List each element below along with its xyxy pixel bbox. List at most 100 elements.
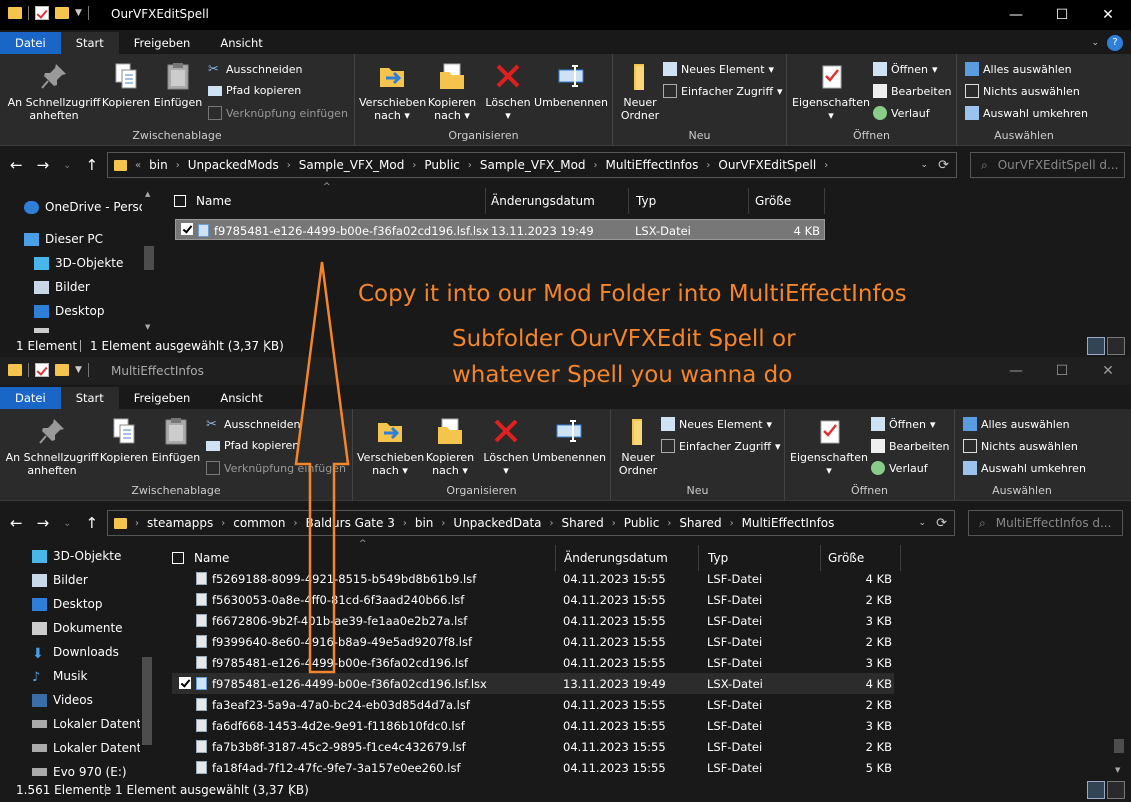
forward-button[interactable]: → [37,156,50,174]
tab-freigeben[interactable]: Freigeben [119,32,206,54]
column-name[interactable]: Name [194,551,229,565]
nav-item-evo-970[interactable]: Evo 970 (E:) [32,765,127,779]
open-button[interactable]: Öffnen ▾ [873,62,937,76]
copy-to-button[interactable]: Kopieren nach ▾ [425,60,479,122]
scroll-up-icon[interactable]: ▲ [145,190,150,198]
recent-dropdown-icon[interactable]: ⌄ [63,518,71,529]
breadcrumb-chevron-icon[interactable]: › [174,160,182,171]
scroll-down-icon[interactable]: ▼ [1115,766,1120,774]
breadcrumb-segment[interactable]: Sample_VFX_Mod [293,158,411,172]
path-overflow[interactable]: « [133,160,143,171]
paste-shortcut-button[interactable]: Verknüpfung einfügen [208,106,348,120]
breadcrumb-chevron-icon[interactable]: › [728,518,736,529]
breadcrumb-chevron-icon[interactable]: › [822,160,830,171]
nav-item-local-disk-1[interactable]: Lokaler Datenträ [32,717,154,731]
properties-button[interactable]: Eigenschaften ▾ [789,415,869,477]
breadcrumb-segment[interactable]: Public [418,158,466,172]
tab-ansicht[interactable]: Ansicht [205,387,277,409]
breadcrumb-chevron-icon[interactable]: › [610,518,618,529]
maximize-button[interactable]: ☐ [1039,357,1085,385]
address-bar[interactable]: « bin › UnpackedMods › Sample_VFX_Mod › Pub… [107,152,957,178]
scroll-down-icon[interactable]: ▼ [145,323,150,331]
paste-button[interactable]: Einfügen [152,60,204,109]
tab-datei[interactable]: Datei [0,32,61,54]
column-type[interactable]: Typ [636,194,656,208]
breadcrumb-chevron-icon[interactable]: › [466,160,474,171]
column-type[interactable]: Typ [708,551,728,565]
breadcrumb-chevron-icon[interactable]: › [410,160,418,171]
breadcrumb-segment[interactable]: bin [143,158,174,172]
move-to-button[interactable]: Verschieben nach ▾ [359,60,426,122]
file-row[interactable]: f6672806-9b2f-401b-ae39-fe1aa0e2b27a.lsf… [172,610,894,631]
breadcrumb-chevron-icon[interactable]: › [548,518,556,529]
file-row[interactable]: f5630053-0a8e-4ff0-81cd-6f3aad240b66.lsf… [172,589,894,610]
breadcrumb-segment[interactable]: Shared [673,516,727,530]
copy-button[interactable]: Kopieren [100,60,152,109]
nav-scrollbar[interactable]: ▲ ▼ [142,188,156,333]
quick-access-dropdown-icon[interactable]: ▼ [75,8,82,18]
nav-item-pictures[interactable]: Bilder [34,280,90,294]
paste-shortcut-button[interactable]: Verknüpfung einfügen [206,461,346,475]
rename-button[interactable]: Umbenennen [533,60,609,109]
tab-ansicht[interactable]: Ansicht [205,32,277,54]
select-none-button[interactable]: Nichts auswählen [965,84,1080,98]
breadcrumb-segment[interactable]: Baldurs Gate 3 [300,516,401,530]
easy-access-button[interactable]: Einfacher Zugriff ▾ [663,84,783,98]
copy-path-button[interactable]: Pfad kopieren [206,439,299,452]
nav-item-desktop[interactable]: Desktop [34,304,105,318]
scrollbar-thumb[interactable] [1114,739,1124,753]
up-button[interactable]: ↑ [86,514,99,532]
copy-to-button[interactable]: Kopieren nach ▾ [423,415,477,477]
tab-freigeben[interactable]: Freigeben [119,387,206,409]
large-icons-view-button[interactable] [1107,337,1125,355]
select-all-checkbox[interactable] [174,195,186,210]
file-row[interactable]: fa6df668-1453-4d2e-9e91-f1186b10fdc0.lsf… [172,715,894,736]
easy-access-button[interactable]: Einfacher Zugriff ▾ [661,439,781,453]
column-date[interactable]: Änderungsdatum [491,194,595,208]
details-view-button[interactable] [1087,337,1105,355]
row-checkbox[interactable] [179,677,191,692]
maximize-button[interactable]: ☐ [1039,0,1085,30]
nav-item-videos[interactable]: Videos [32,693,93,707]
tab-start[interactable]: Start [60,32,119,54]
history-button[interactable]: Verlauf [871,461,928,475]
new-item-button[interactable]: Neues Element ▾ [663,62,774,76]
nav-item-pictures[interactable]: Bilder [32,573,88,587]
refresh-icon[interactable]: ⟳ [938,158,949,173]
address-bar[interactable]: › steamapps › common › Baldurs Gate 3 › bin… [107,510,955,536]
breadcrumb-chevron-icon[interactable]: › [401,518,409,529]
pin-quick-access-button[interactable]: An Schnellzugriff anheften [6,60,102,122]
breadcrumb-chevron-icon[interactable]: › [704,160,712,171]
breadcrumb-segment[interactable]: Shared [556,516,610,530]
scrollbar-thumb[interactable] [144,246,154,270]
edit-button[interactable]: Bearbeiten [873,84,951,98]
properties-button[interactable]: Eigenschaften ▾ [791,60,871,122]
minimize-button[interactable]: — [993,357,1039,385]
move-to-button[interactable]: Verschieben nach ▾ [357,415,424,477]
breadcrumb-chevron-icon[interactable]: › [292,518,300,529]
quick-access-dropdown-icon[interactable]: ▼ [75,365,82,375]
nav-item-documents[interactable]: Dokumente [32,621,123,635]
file-row[interactable]: fa7b3b8f-3187-45c2-9895-f1ce4c432679.lsf… [172,736,894,757]
breadcrumb-chevron-icon[interactable]: › [592,160,600,171]
properties-quick-icon[interactable] [35,363,49,377]
tab-datei[interactable]: Datei [0,387,61,409]
scrollbar-thumb[interactable] [142,657,152,745]
cut-button[interactable]: ✂ Ausschneiden [208,62,303,77]
delete-button[interactable]: Löschen ▾ [483,60,533,122]
cut-button[interactable]: ✂ Ausschneiden [206,417,301,432]
select-none-button[interactable]: Nichts auswählen [963,439,1078,453]
file-list-scrollbar[interactable]: ▼ [1112,571,1126,776]
pin-quick-access-button[interactable]: An Schnellzugriff anheften [4,415,100,477]
nav-item-local-disk-2[interactable]: Lokaler Datenträ [32,741,154,755]
breadcrumb-segment[interactable]: Public [618,516,666,530]
tab-start[interactable]: Start [60,387,119,409]
breadcrumb-chevron-icon[interactable]: › [133,518,141,529]
new-folder-button[interactable]: Neuer Ordner [617,60,663,122]
breadcrumb-segment[interactable]: UnpackedMods [182,158,285,172]
invert-selection-button[interactable]: Auswahl umkehren [963,461,1086,475]
invert-selection-button[interactable]: Auswahl umkehren [965,106,1088,120]
breadcrumb-segment[interactable]: common [227,516,291,530]
nav-item-music[interactable]: ♪ Musik [32,669,88,685]
paste-button[interactable]: Einfügen [150,415,202,464]
